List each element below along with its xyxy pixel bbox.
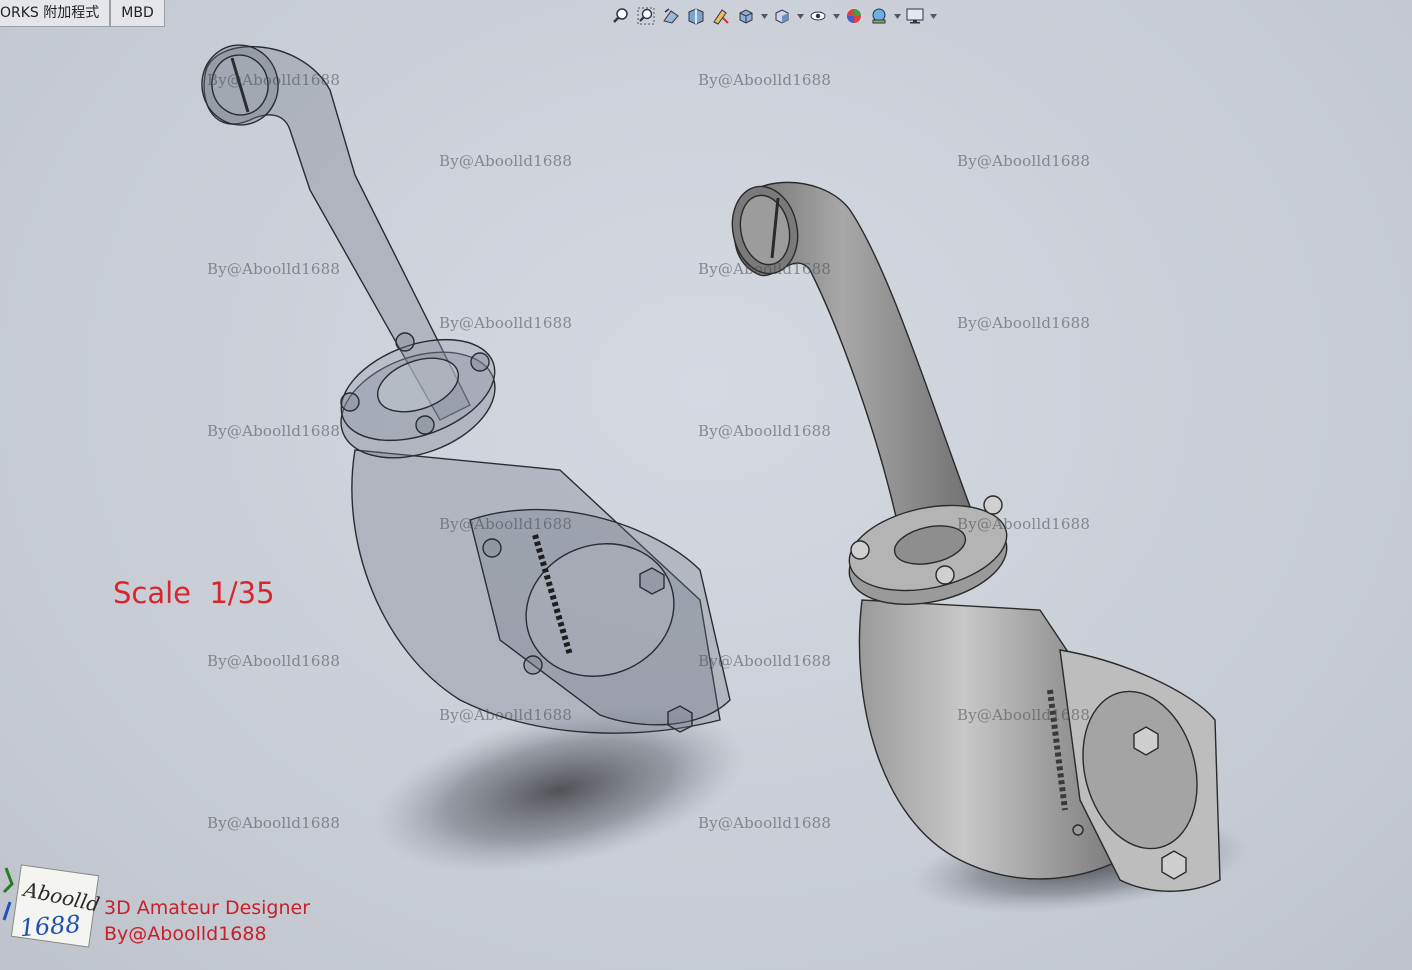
left-transparent-model[interactable] (196, 39, 731, 734)
watermark: By@Aboolld1688 (698, 71, 832, 89)
watermark: By@Aboolld1688 (207, 71, 341, 89)
watermark: By@Aboolld1688 (207, 260, 341, 278)
right-solid-model[interactable] (725, 180, 1221, 892)
watermark: By@Aboolld1688 (698, 652, 832, 670)
watermark: By@Aboolld1688 (957, 706, 1091, 724)
watermark: By@Aboolld1688 (698, 814, 832, 832)
watermark: By@Aboolld1688 (957, 152, 1091, 170)
watermark: By@Aboolld1688 (957, 314, 1091, 332)
watermark: By@Aboolld1688 (698, 422, 832, 440)
watermark: By@Aboolld1688 (439, 314, 573, 332)
watermark: By@Aboolld1688 (207, 652, 341, 670)
scale-label: Scale 1/35 (113, 576, 275, 610)
watermark: By@Aboolld1688 (698, 260, 832, 278)
aboolld-logo: Aboolld 1688 (2, 864, 102, 948)
svg-text:1688: 1688 (19, 910, 82, 942)
watermark: By@Aboolld1688 (439, 515, 573, 533)
credit-line-designer: 3D Amateur Designer (104, 897, 311, 919)
credit-line-author: By@Aboolld1688 (104, 923, 267, 945)
watermark: By@Aboolld1688 (439, 152, 573, 170)
watermark: By@Aboolld1688 (207, 422, 341, 440)
watermark: By@Aboolld1688 (207, 814, 341, 832)
watermark: By@Aboolld1688 (957, 515, 1091, 533)
watermark: By@Aboolld1688 (439, 706, 573, 724)
